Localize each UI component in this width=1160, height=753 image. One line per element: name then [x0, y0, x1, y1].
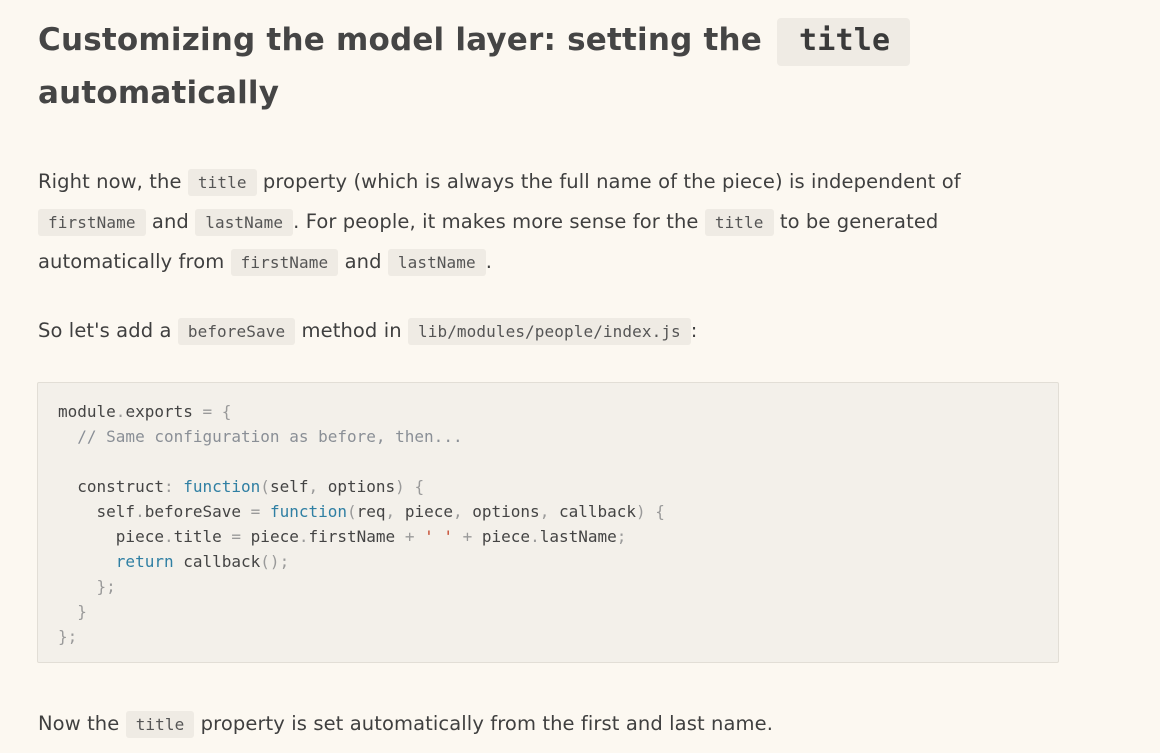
code-token-punc: }; — [58, 627, 78, 646]
code-token-plain: beforeSave — [144, 502, 251, 521]
text: and — [344, 250, 382, 273]
code-token-plain: options — [472, 502, 540, 521]
text: Now the — [38, 712, 120, 735]
code-token-plain: module — [58, 402, 116, 421]
text: Right now, the — [38, 170, 182, 193]
code-token-punc: + — [452, 527, 482, 546]
code-token-punc: = — [250, 502, 270, 521]
code-token-punc: . — [115, 402, 126, 421]
inline-code: lastName — [387, 249, 486, 276]
code-token-comment: // Same configuration as before, then... — [77, 427, 463, 446]
code-token-punc: ( — [260, 477, 270, 496]
paragraph-add-method: So let's add a beforeSave method in lib/… — [38, 311, 1038, 351]
code-token-punc: ) { — [395, 477, 425, 496]
inline-code: beforeSave — [177, 318, 296, 345]
text: . For people, it makes more sense for th… — [293, 210, 699, 233]
code-token-plain: construct — [58, 477, 164, 496]
inline-code: title — [187, 169, 257, 196]
code-line: self.beforeSave = function(req, piece, o… — [58, 502, 665, 521]
code-token-plain: callback — [558, 502, 637, 521]
code-token-plain: lastName — [539, 527, 617, 546]
section-heading: Customizing the model layer: setting the… — [38, 14, 1038, 120]
code-token-plain: options — [327, 477, 396, 496]
code-line: } — [58, 602, 87, 621]
code-token-str: ' ' — [424, 527, 453, 546]
inline-code: lastName — [195, 209, 294, 236]
code-token-punc: , — [539, 502, 559, 521]
code-token-punc: (); — [260, 552, 290, 571]
text: method in — [301, 319, 402, 342]
code-token-punc: } — [58, 602, 87, 621]
code-token-punc: + — [404, 527, 425, 546]
inline-code: firstName — [38, 209, 146, 236]
code-token-plain: piece — [404, 502, 453, 521]
heading-text-suffix: automatically — [38, 75, 280, 111]
code-token-punc: . — [163, 527, 174, 546]
code-token-plain: piece — [58, 527, 164, 546]
text: : — [690, 319, 698, 342]
code-token-plain: piece — [250, 527, 299, 546]
code-token-punc: , — [308, 477, 328, 496]
code-token-plain: firstName — [308, 527, 405, 546]
code-token-plain: exports — [125, 402, 203, 421]
code-token-plain: self — [58, 502, 136, 521]
heading-text: Customizing the model layer: setting the — [38, 22, 762, 58]
code-token-punc: . — [530, 527, 540, 546]
code-token-kw: return — [115, 552, 174, 571]
code-token-punc: , — [452, 502, 473, 521]
inline-code: firstName — [230, 249, 339, 276]
code-token-plain: title — [173, 527, 232, 546]
code-token-punc: ( — [347, 502, 357, 521]
inline-code: title — [704, 209, 774, 236]
code-token-kw: function — [183, 477, 261, 496]
code-line: piece.title = piece.firstName + ' ' + pi… — [58, 527, 627, 546]
code-line: return callback(); — [58, 552, 289, 571]
code-line: construct: function(self, options) { — [58, 477, 424, 496]
code-token-punc: }; — [58, 577, 116, 596]
document-page: Customizing the model layer: setting the… — [0, 0, 1160, 753]
code-line: }; — [58, 627, 77, 646]
paragraph-intro: Right now, the title property (which is … — [38, 162, 1038, 282]
code-token-punc: : — [163, 477, 184, 496]
code-line: // Same configuration as before, then... — [58, 427, 463, 446]
code-token-punc: , — [385, 502, 405, 521]
text: . — [485, 250, 493, 273]
text: property (which is always the full name … — [262, 170, 961, 193]
text: So let's add a — [38, 319, 172, 342]
code-line: module.exports = { — [58, 402, 231, 421]
inline-code: title — [125, 711, 195, 738]
code-token-punc: = — [231, 527, 251, 546]
text: and — [151, 210, 189, 233]
code-line: }; — [58, 577, 116, 596]
code-block[interactable]: module.exports = { // Same configuration… — [37, 382, 1059, 663]
code-token-plain: self — [269, 477, 309, 496]
code-token-plain: callback — [173, 552, 261, 571]
inline-code-path: lib/modules/people/index.js — [408, 318, 691, 345]
code-token-plain: piece — [481, 527, 531, 546]
heading-inline-code: title — [776, 18, 911, 66]
code-token-punc: ) { — [636, 502, 665, 521]
paragraph-conclusion: Now the title property is set automatica… — [38, 704, 1038, 744]
code-token-kw: function — [269, 502, 347, 521]
text: property is set automatically from the f… — [200, 712, 773, 735]
code-token-punc: ; — [616, 527, 627, 546]
code-token-plain: req — [356, 502, 386, 521]
code-token-punc: . — [135, 502, 145, 521]
code-token-punc: = { — [202, 402, 232, 421]
